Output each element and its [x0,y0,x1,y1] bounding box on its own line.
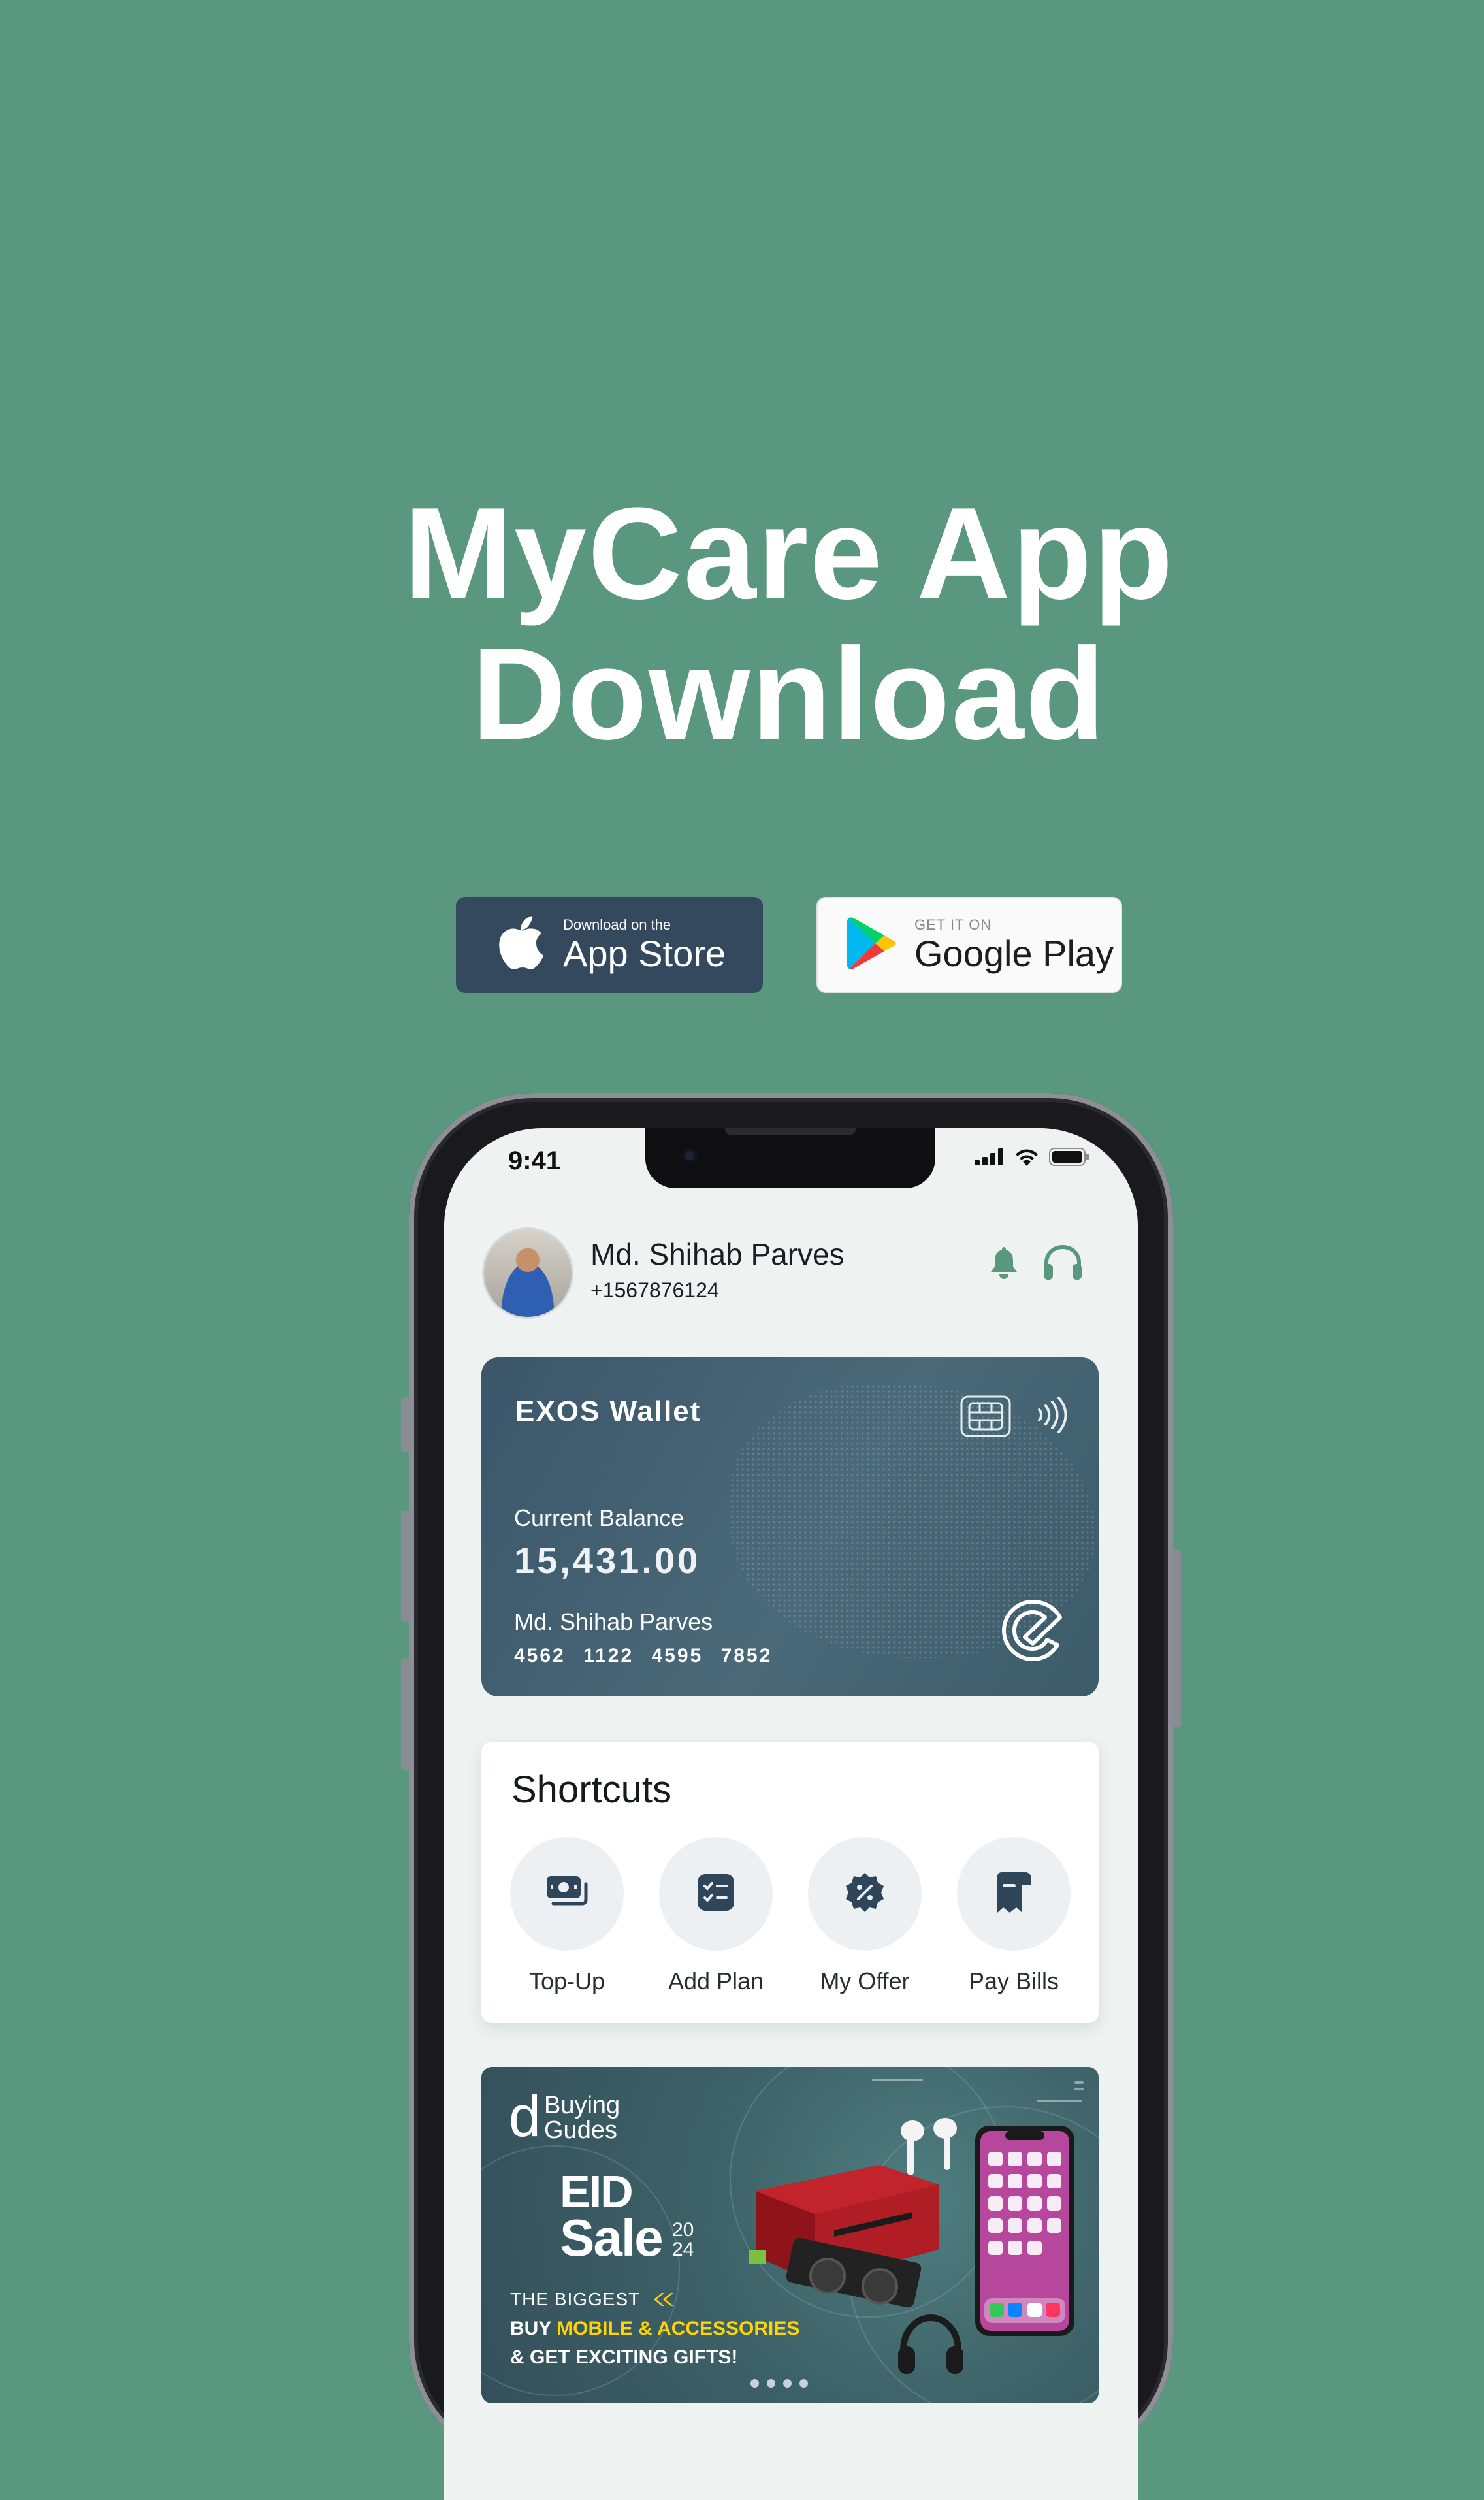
phone-mockup: 9:41 Md. Shihab Parves +1567876124 EXOS … [401,1093,1181,2500]
double-chevron-icon [646,2289,673,2309]
banner-year-top: 20 [672,2219,694,2241]
avatar[interactable] [482,1227,573,1319]
phone-screen: 9:41 Md. Shihab Parves +1567876124 EXOS … [444,1128,1138,2500]
shortcut-add-plan[interactable]: Add Plan [659,1837,773,1995]
banner-menu-icon [1037,2079,1089,2108]
banner-offer-line2: & GET EXCITING GIFTS! [510,2346,738,2368]
shortcut-label: Pay Bills [968,1968,1059,1994]
shortcuts-title: Shortcuts [511,1768,671,1811]
card-holder-name: Md. Shihab Parves [514,1608,713,1635]
shortcut-label: Add Plan [668,1968,764,1994]
wifi-icon [1014,1148,1040,1169]
banner-biggest: THE BIGGEST [510,2289,673,2310]
wallet-card[interactable]: EXOS Wallet Current Balance 15,431.00 Md… [481,1357,1099,1696]
google-play-big-label: Google Play [914,932,1114,974]
shortcut-pay-bills[interactable]: Pay Bills [957,1837,1071,1995]
phone-volume-down [401,1659,410,1770]
hero-title-line1: MyCare App [404,481,1174,626]
hero-title: MyCare App Download [0,483,1484,764]
banner-offer-line1: BUY MOBILE & ACCESSORIES [510,2318,799,2340]
carousel-dots[interactable] [750,2379,808,2388]
banner-sale: Sale [560,2209,664,2267]
shortcut-circle [808,1837,922,1951]
card-number: 4562 1122 4595 7852 [514,1645,773,1666]
battery-icon [1049,1148,1089,1169]
shortcut-top-up[interactable]: Top-Up [510,1837,624,1995]
headphones-image [894,2309,966,2384]
google-play-button[interactable]: GET IT ON Google Play [816,897,1122,993]
balance-label: Current Balance [514,1504,685,1531]
phone-volume-up [401,1511,410,1622]
banner-top-bar [872,2079,923,2081]
shortcut-my-offer[interactable]: My Offer [808,1837,922,1995]
discount-badge-icon [844,1872,886,1917]
carousel-dot[interactable] [799,2379,808,2388]
banner-brand-line1: Buying [544,2092,621,2119]
carousel-dot[interactable] [750,2379,759,2388]
shortcut-label: My Offer [820,1968,910,1994]
wallet-title: EXOS Wallet [515,1395,702,1427]
phone-power-button [1172,1550,1181,1727]
phone-mute-switch [401,1397,410,1452]
receipt-icon [995,1871,1033,1917]
hero-title-line2: Download [472,621,1106,767]
profile-name: Md. Shihab Parves [590,1237,845,1271]
banner-biggest-text: THE BIGGEST [510,2289,640,2309]
status-icons [975,1148,1089,1169]
phone-notch [645,1128,935,1188]
app-store-big-label: App Store [563,932,726,974]
carousel-dot[interactable] [783,2379,792,2388]
app-store-button[interactable]: Download on the App Store [456,897,763,993]
carousel-dot[interactable] [767,2379,775,2388]
card-chip-icon [960,1395,1011,1440]
status-time: 9:41 [508,1146,561,1175]
earbuds-image [897,2118,962,2200]
shortcut-circle [510,1837,624,1951]
front-camera-icon [682,1148,698,1163]
shortcut-label: Top-Up [528,1968,605,1994]
money-stack-icon [545,1875,589,1913]
banner-eid: EID [560,2166,634,2217]
google-play-logo-icon [847,917,899,973]
apple-logo-icon [496,916,545,974]
shortcut-circle [957,1837,1071,1951]
notification-bell-icon[interactable] [989,1246,1019,1283]
banner-offer-highlight: MOBILE & ACCESSORIES [556,2318,800,2339]
banner-offer-prefix: BUY [510,2318,557,2339]
balance-amount: 15,431.00 [514,1540,701,1581]
google-play-text: GET IT ON Google Play [914,917,1114,974]
promo-banner[interactable]: d Buying Gudes EID Sale 20 24 THE BIGGES… [481,2067,1099,2403]
shortcuts-panel: Shortcuts Top-Up Add Plan My Offer Pay B… [481,1742,1099,2023]
contactless-icon [1035,1395,1068,1438]
app-store-small-label: Download on the [563,916,671,933]
smartphone-image [973,2123,1077,2342]
profile-phone: +1567876124 [590,1278,719,1302]
google-play-small-label: GET IT ON [914,916,992,933]
checklist-icon [696,1873,735,1915]
signal-icon [975,1148,1005,1169]
banner-year-bottom: 24 [672,2239,694,2260]
shortcut-circle [659,1837,773,1951]
wallet-brand-logo-icon [999,1597,1067,1668]
banner-brand-line2: Gudes [544,2117,617,2144]
notch-speaker [725,1128,856,1135]
banner-brand-letter: d [509,2084,541,2149]
app-store-text: Download on the App Store [563,917,726,974]
support-headset-icon[interactable] [1041,1243,1084,1287]
